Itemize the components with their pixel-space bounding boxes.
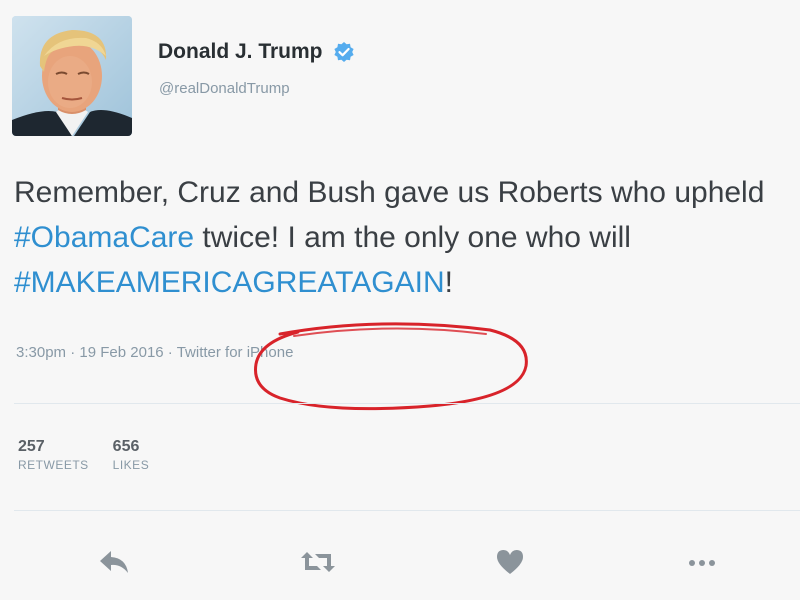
avatar[interactable]: [12, 16, 132, 136]
likes-count: 656: [112, 438, 140, 455]
reply-button[interactable]: [92, 544, 136, 580]
user-name-row: Donald J. Trump: [158, 40, 355, 64]
tweet-date[interactable]: 19 Feb 2016: [79, 344, 163, 361]
meta-separator: ·: [66, 344, 80, 361]
more-button[interactable]: [680, 544, 724, 580]
display-name[interactable]: Donald J. Trump: [158, 40, 323, 64]
divider: [14, 403, 800, 404]
retweets-label: RETWEETS: [18, 458, 89, 472]
more-icon: [689, 560, 715, 566]
likes-stat[interactable]: 656 LIKES: [113, 438, 150, 474]
profile-photo: [12, 16, 132, 136]
user-handle[interactable]: @realDonaldTrump: [159, 80, 290, 97]
tweet-meta: 3:30pm · 19 Feb 2016 · Twitter for iPhon…: [16, 344, 293, 361]
tweet-text-segment: !: [444, 266, 453, 299]
tweet-time[interactable]: 3:30pm: [16, 344, 66, 361]
like-button[interactable]: [488, 544, 532, 580]
retweets-stat[interactable]: 257 RETWEETS: [18, 438, 89, 474]
tweet-card: Donald J. Trump @realDonaldTrump Remembe…: [0, 0, 800, 600]
retweet-button[interactable]: [296, 544, 340, 580]
meta-separator: ·: [163, 344, 177, 361]
tweet-actions: [0, 540, 800, 584]
hashtag-link[interactable]: #ObamaCare: [14, 221, 194, 254]
tweet-text-segment: Remember, Cruz and Bush gave us Roberts …: [14, 176, 765, 209]
divider: [14, 510, 800, 511]
tweet-text-segment: twice! I am the only one who will: [194, 221, 631, 254]
hashtag-link[interactable]: #MAKEAMERICAGREATAGAIN: [14, 266, 445, 299]
likes-label: LIKES: [112, 458, 150, 472]
tweet-source[interactable]: Twitter for iPhone: [177, 344, 294, 361]
like-icon: [497, 550, 523, 574]
annotation-circle: [254, 322, 528, 411]
tweet-text: Remember, Cruz and Bush gave us Roberts …: [14, 170, 794, 305]
retweets-count: 257: [18, 438, 45, 455]
reply-icon: [100, 551, 128, 573]
retweet-icon: [301, 552, 335, 572]
verified-badge-icon: [333, 41, 355, 63]
tweet-stats: 257 RETWEETS 656 LIKES: [18, 438, 149, 474]
